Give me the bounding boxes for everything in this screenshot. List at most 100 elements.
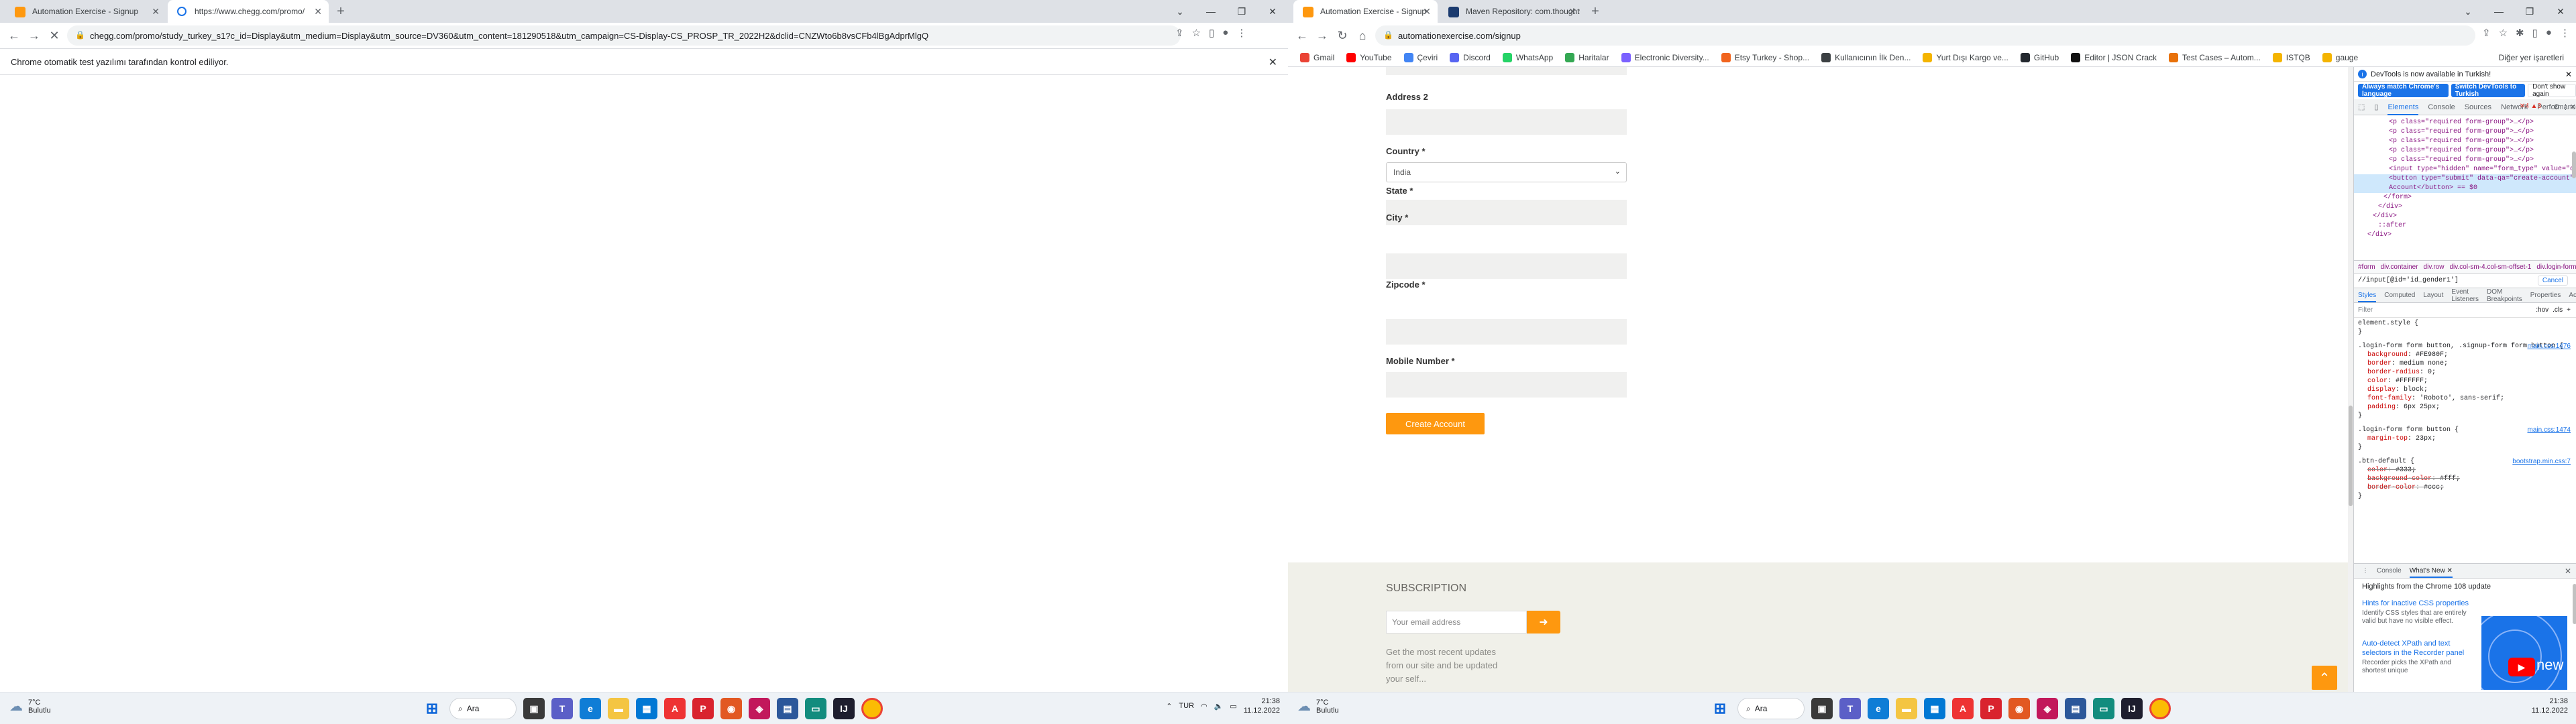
file-explorer-icon[interactable]: ▬	[608, 698, 629, 719]
dom-node[interactable]: Account</button> == $0	[2354, 184, 2576, 193]
css-source-link[interactable]: bootstrap.min.css:7	[2512, 457, 2571, 466]
bookmark-item[interactable]: GitHub	[2020, 52, 2059, 62]
app-icon[interactable]: A	[664, 698, 686, 719]
windows-start-icon[interactable]: ⊞	[1709, 698, 1731, 719]
extensions-icon[interactable]: ✱	[2516, 27, 2524, 39]
close-window-icon[interactable]: ✕	[2545, 0, 2576, 23]
breadcrumb-item[interactable]: div.container	[2381, 263, 2418, 271]
close-tab-icon[interactable]: ✕	[1568, 6, 1576, 17]
profile-icon[interactable]: ●	[1222, 27, 1228, 39]
new-tab-icon[interactable]: +	[333, 4, 349, 19]
app-icon[interactable]: ▭	[805, 698, 826, 719]
reload-icon[interactable]: ↻	[1332, 25, 1352, 46]
dom-search-bar[interactable]: //input[@id='id_gender1'] Cancel	[2354, 274, 2576, 288]
css-property[interactable]: margin-top: 23px;	[2358, 434, 2572, 443]
app-icon[interactable]: ◉	[2008, 698, 2030, 719]
css-rule[interactable]: .btn-default {bootstrap.min.css:7 color: …	[2358, 457, 2572, 501]
dom-node[interactable]: </div>	[2354, 202, 2576, 212]
app-icon[interactable]: ◉	[720, 698, 742, 719]
css-source-link[interactable]: main.css:1476	[2528, 342, 2571, 351]
create-account-button[interactable]: Create Account	[1386, 413, 1485, 434]
city-input[interactable]	[1386, 253, 1627, 279]
switch-turkish-button[interactable]: Switch DevTools to Turkish	[2451, 83, 2526, 98]
clock[interactable]: 21:38 11.12.2022	[2532, 697, 2568, 715]
hov-toggle[interactable]: :hov	[2536, 306, 2548, 314]
css-source-link[interactable]: main.css:1474	[2528, 426, 2571, 434]
youtube-play-icon[interactable]: ▶	[2508, 658, 2535, 676]
close-tab-icon[interactable]: ✕	[1423, 6, 1431, 17]
search-query[interactable]: //input[@id='id_gender1']	[2358, 277, 2459, 284]
styles-subtab[interactable]: Layout	[2423, 292, 2443, 299]
store-icon[interactable]: ▦	[636, 698, 657, 719]
taskbar-search[interactable]: ⌕ Ara	[1737, 698, 1805, 719]
subscribe-email-input[interactable]: Your email address	[1386, 611, 1527, 634]
css-property[interactable]: display: block;	[2358, 385, 2572, 394]
whats-new-link[interactable]: Auto-detect XPath and text selectors in …	[2362, 639, 2469, 658]
error-counter[interactable]: ✕4 ▲3	[2520, 103, 2541, 110]
breadcrumb-item[interactable]: div.login-form	[2536, 263, 2576, 271]
tab-sources[interactable]: Sources	[2465, 103, 2491, 111]
battery-icon[interactable]: ▭	[1230, 702, 1236, 711]
dom-node[interactable]: <input type="hidden" name="form_type" va…	[2354, 165, 2576, 174]
other-bookmarks[interactable]: Diğer yer işaretleri	[2499, 53, 2564, 62]
css-property[interactable]: color: #FFFFFF;	[2358, 377, 2572, 385]
dom-scrollbar[interactable]	[2572, 152, 2576, 178]
restore-icon[interactable]: ❐	[1226, 0, 1257, 23]
intellij-icon[interactable]: IJ	[2121, 698, 2143, 719]
back-icon[interactable]: ←	[4, 25, 24, 46]
css-property[interactable]: border: medium none;	[2358, 359, 2572, 368]
home-icon[interactable]: ⌂	[1352, 25, 1373, 46]
app-icon[interactable]: P	[692, 698, 714, 719]
gear-icon[interactable]: ⚙	[2553, 103, 2560, 111]
app-icon[interactable]: A	[1952, 698, 1974, 719]
app-icon[interactable]: ▤	[777, 698, 798, 719]
task-view-icon[interactable]: ▣	[523, 698, 545, 719]
styles-subtab[interactable]: Computed	[2384, 292, 2415, 299]
browser-tab-active[interactable]: Automation Exercise - Signup ✕	[1293, 0, 1438, 23]
match-language-button[interactable]: Always match Chrome's language	[2358, 83, 2449, 98]
forward-icon[interactable]: →	[24, 25, 44, 46]
bookmark-item[interactable]: gauge	[2322, 52, 2358, 62]
cancel-search-button[interactable]: Cancel	[2537, 276, 2568, 286]
css-selector[interactable]: element.style {	[2358, 319, 2572, 328]
styles-subtab[interactable]: Accessibility	[2569, 292, 2576, 299]
drawer-menu-icon[interactable]: ⋮	[2362, 567, 2369, 575]
dom-node[interactable]: <p class="required form-group">…</p>	[2354, 146, 2576, 156]
dom-node[interactable]: <p class="required form-group">…</p>	[2354, 137, 2576, 146]
cls-toggle[interactable]: .cls	[2553, 306, 2563, 314]
address2-input[interactable]	[1386, 109, 1627, 135]
app-icon[interactable]: P	[1980, 698, 2002, 719]
minimize-icon[interactable]: —	[1195, 0, 1226, 23]
app-icon[interactable]: ▭	[2093, 698, 2114, 719]
zipcode-input[interactable]	[1386, 319, 1627, 345]
close-devtools-icon[interactable]: ✕	[2570, 103, 2576, 111]
bookmark-item[interactable]: YouTube	[1346, 52, 1392, 62]
volume-icon[interactable]: 🔈	[1214, 702, 1224, 711]
app-icon[interactable]: ◈	[749, 698, 770, 719]
dom-node[interactable]: </form>	[2354, 193, 2576, 202]
sidebar-icon[interactable]: ▯	[2532, 27, 2538, 39]
chrome-icon[interactable]	[861, 698, 883, 719]
taskbar-search[interactable]: ⌕ Ara	[449, 698, 517, 719]
intellij-icon[interactable]: IJ	[833, 698, 855, 719]
wifi-icon[interactable]: ◠	[1201, 702, 1208, 711]
dom-node[interactable]: </div>	[2354, 212, 2576, 221]
bookmark-item[interactable]: Çeviri	[1403, 52, 1438, 62]
bookmark-item[interactable]: Gmail	[1300, 52, 1334, 62]
inspect-icon[interactable]: ⬚	[2358, 103, 2365, 111]
tab-elements[interactable]: Elements	[2387, 99, 2419, 115]
previous-field[interactable]	[1386, 67, 1627, 75]
close-tab-icon[interactable]: ✕	[152, 6, 160, 17]
drawer-scrollbar[interactable]	[2573, 584, 2576, 624]
styles-subtab[interactable]: Event Listeners	[2451, 288, 2479, 303]
browser-tab[interactable]: Automation Exercise - Signup ✕	[5, 0, 166, 23]
browser-tab-active[interactable]: https://www.chegg.com/promo/ ✕	[168, 0, 329, 23]
scroll-up-button[interactable]: ⌃	[2312, 666, 2337, 690]
tab-console[interactable]: Console	[2428, 103, 2455, 111]
bookmark-item[interactable]: Discord	[1450, 52, 1491, 62]
dom-node[interactable]: </div>	[2354, 231, 2576, 240]
video-thumbnail[interactable]: ▶ new	[2481, 616, 2567, 690]
dont-show-button[interactable]: Don't show again	[2528, 83, 2576, 98]
css-property[interactable]: background: #FE980F;	[2358, 351, 2572, 359]
styles-subtab[interactable]: DOM Breakpoints	[2487, 288, 2522, 303]
